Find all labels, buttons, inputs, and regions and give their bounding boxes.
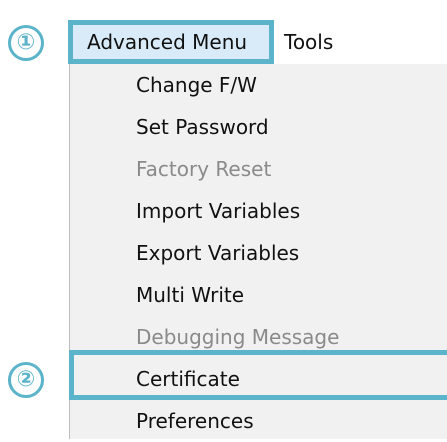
menu-bar: Advanced Menu Tools	[68, 20, 447, 64]
menu-item-change-fw[interactable]: Change F/W	[70, 64, 447, 106]
menu-item-set-password[interactable]: Set Password	[70, 106, 447, 148]
menu-advanced-menu[interactable]: Advanced Menu	[68, 20, 274, 64]
menu-item-multi-write[interactable]: Multi Write	[70, 274, 447, 316]
step-marker-2: ②	[8, 362, 44, 398]
menu-item-certificate[interactable]: Certificate	[70, 358, 447, 400]
menu-item-factory-reset: Factory Reset	[136, 157, 272, 181]
menu-tools[interactable]: Tools	[278, 20, 339, 64]
step-marker-1: ①	[8, 25, 44, 61]
menu-item-import-variables[interactable]: Import Variables	[70, 190, 447, 232]
menu-item-preferences[interactable]: Preferences	[70, 400, 447, 442]
advanced-menu-dropdown: Change F/W Set Password Factory Reset Im…	[69, 64, 447, 439]
menu-item-export-variables[interactable]: Export Variables	[70, 232, 447, 274]
menu-item-debugging-message: Debugging Message	[136, 325, 340, 349]
